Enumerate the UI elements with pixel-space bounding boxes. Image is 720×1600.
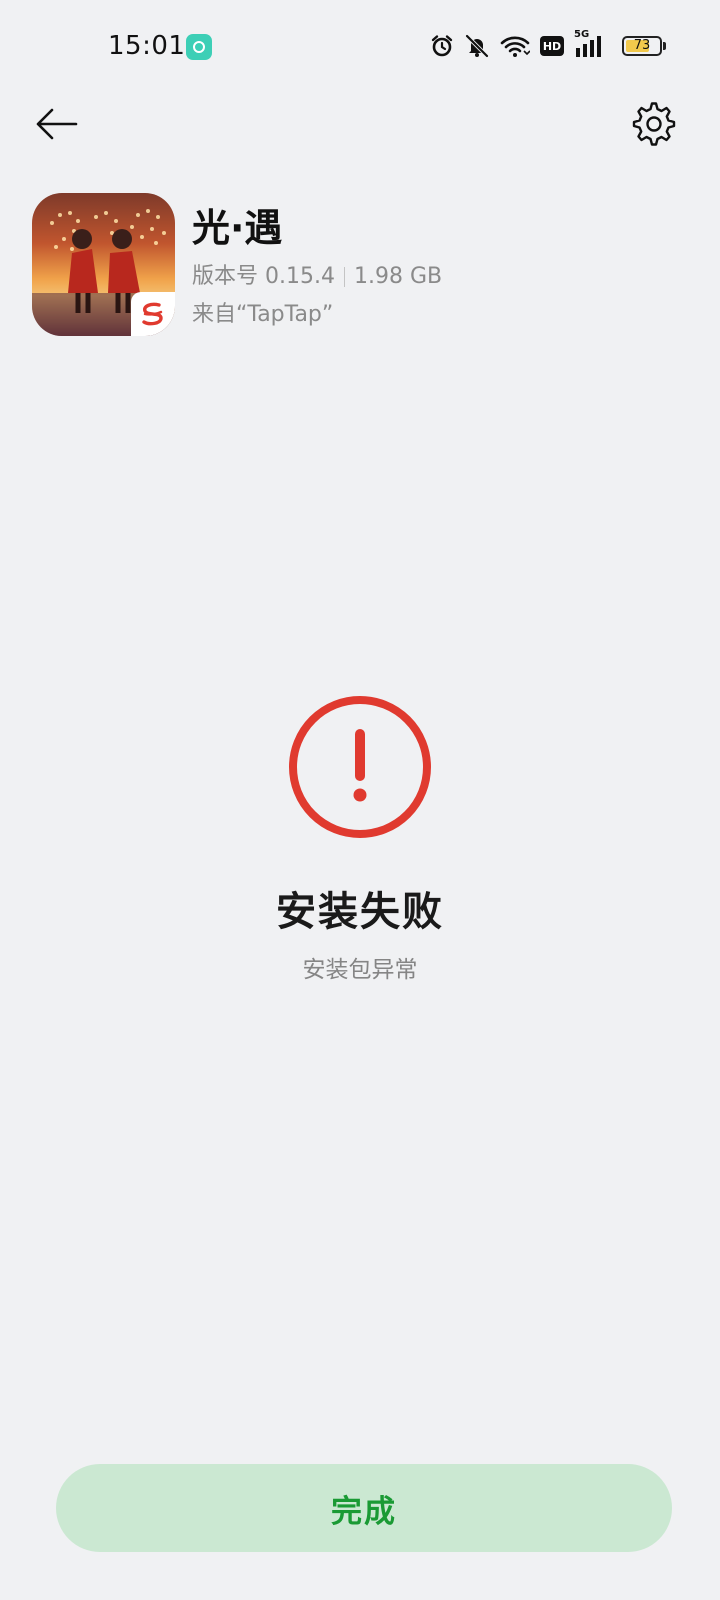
mute-bell-icon	[465, 34, 489, 58]
done-button[interactable]: 完成	[56, 1464, 672, 1552]
status-icons: HD 5G 73	[430, 28, 666, 64]
exclamation-circle-icon	[289, 696, 431, 838]
alarm-icon	[431, 35, 453, 57]
battery-level: 73	[633, 38, 651, 53]
settings-button[interactable]	[628, 98, 680, 150]
hd-icon: HD	[540, 36, 564, 56]
meta-divider	[343, 267, 345, 287]
app-source: 来自“TapTap”	[192, 302, 334, 327]
result-title: 安装失败	[276, 889, 444, 935]
gear-icon	[632, 102, 676, 146]
status-time: 15:01	[108, 31, 186, 61]
wifi-icon	[500, 36, 530, 57]
back-button[interactable]	[28, 100, 84, 148]
result-subtitle: 安装包异常	[302, 957, 418, 983]
app-version: 版本号 0.15.4	[192, 264, 335, 289]
publisher-badge-icon	[131, 292, 175, 336]
signal-5g-icon: 5G	[574, 29, 606, 58]
app-name: 光·遇	[192, 206, 283, 250]
battery-tip	[663, 42, 666, 50]
battery-icon: 73	[622, 36, 662, 56]
app-meta: 版本号 0.15.4 1.98 GB	[192, 262, 442, 292]
app-size: 1.98 GB	[353, 264, 443, 289]
arrow-left-icon	[36, 108, 78, 140]
notification-app-icon	[186, 34, 212, 60]
